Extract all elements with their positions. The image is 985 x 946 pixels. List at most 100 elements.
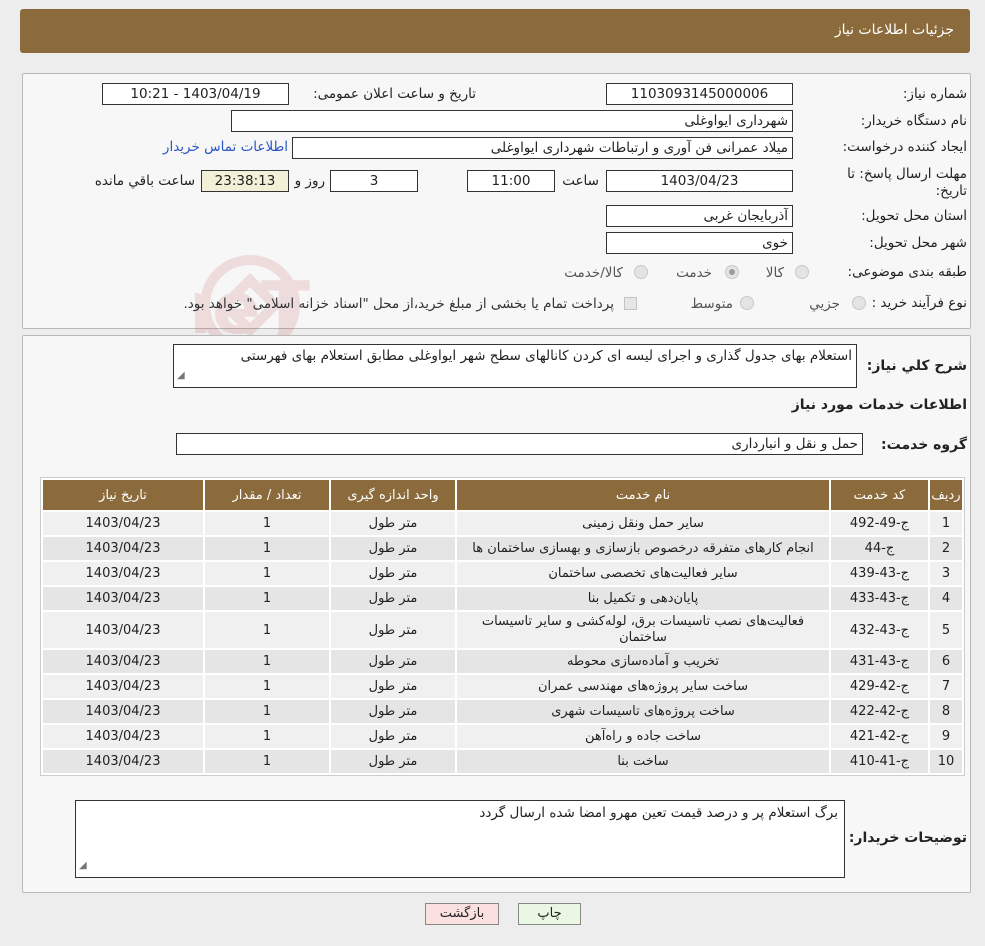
services-table: ردیف کد خدمت نام خدمت واحد اندازه گیری ت… xyxy=(40,477,965,776)
service-code-cell: ج-43-432 xyxy=(831,612,928,648)
table-row: 1 ج-49-492 سایر حمل ونقل زمینی متر طول 1 1403… xyxy=(43,512,962,535)
table-row: 9 ج-42-421 ساخت جاده و راه‌آهن متر طول 1 1403… xyxy=(43,725,962,748)
need-date-cell: 1403/04/23 xyxy=(43,675,203,698)
treasury-payment-checkbox[interactable] xyxy=(624,297,637,310)
days-field: 3 xyxy=(330,170,418,192)
col-row-header: ردیف xyxy=(930,480,962,510)
category-goods-radio[interactable] xyxy=(795,265,809,279)
resize-grip-icon[interactable]: ◢ xyxy=(177,367,185,385)
service-code-cell: ج-43-439 xyxy=(831,562,928,585)
table-row: 2 ج-44 انجام کارهای متفرقه درخصوص بازسازی … xyxy=(43,537,962,560)
page-header: جزئیات اطلاعات نیاز xyxy=(20,9,970,53)
unit-cell: متر طول xyxy=(331,750,455,773)
buyer-notes-label: توضیحات خریدار: xyxy=(848,830,967,846)
process-medium-radio[interactable] xyxy=(740,296,754,310)
table-row: 10 ج-41-410 ساخت بنا متر طول 1 1403/04/23 xyxy=(43,750,962,773)
remaining-time-field: 23:38:13 xyxy=(201,170,289,192)
back-button[interactable]: بازگشت xyxy=(425,903,499,925)
unit-cell: متر طول xyxy=(331,650,455,673)
services-info-title: اطلاعات خدمات مورد نیاز xyxy=(791,397,967,413)
row-number-cell: 5 xyxy=(930,612,962,648)
city-field: خوی xyxy=(606,232,793,254)
table-row: 8 ج-42-422 ساخت پروژه‌های تاسیسات شهری متر … xyxy=(43,700,962,723)
col-code-header: کد خدمت xyxy=(831,480,928,510)
requester-label: ایجاد کننده درخواست: xyxy=(842,139,967,155)
col-qty-header: تعداد / مقدار xyxy=(205,480,329,510)
deadline-time-field: 11:00 xyxy=(467,170,555,192)
service-name-cell: پایان‌دهی و تکمیل بنا xyxy=(457,587,829,610)
need-date-cell: 1403/04/23 xyxy=(43,725,203,748)
service-name-cell: سایر فعالیت‌های تخصصی ساختمان xyxy=(457,562,829,585)
day-and-label: روز و xyxy=(294,173,325,189)
unit-cell: متر طول xyxy=(331,562,455,585)
category-service-radio[interactable] xyxy=(725,265,739,279)
process-medium-label: متوسط xyxy=(690,296,733,312)
unit-cell: متر طول xyxy=(331,725,455,748)
announce-datetime-label: تاریخ و ساعت اعلان عمومی: xyxy=(313,86,476,102)
unit-cell: متر طول xyxy=(331,612,455,648)
buyer-notes-textarea[interactable]: برگ استعلام پر و درصد قیمت تعین مهرو امض… xyxy=(75,800,845,878)
need-date-cell: 1403/04/23 xyxy=(43,537,203,560)
buyer-contact-link[interactable]: اطلاعات تماس خریدار xyxy=(163,139,288,155)
service-group-field: حمل و نقل و انبارداری xyxy=(176,433,863,455)
deadline-date-field: 1403/04/23 xyxy=(606,170,793,192)
row-number-cell: 10 xyxy=(930,750,962,773)
quantity-cell: 1 xyxy=(205,675,329,698)
treasury-payment-note: پرداخت تمام یا بخشی از مبلغ خرید،از محل … xyxy=(183,296,614,312)
process-minor-label: جزیي xyxy=(809,296,840,312)
quantity-cell: 1 xyxy=(205,725,329,748)
row-number-cell: 7 xyxy=(930,675,962,698)
province-field: آذربایجان غربی xyxy=(606,205,793,227)
description-label: شرح کلي نیاز: xyxy=(866,358,967,374)
buyer-org-field: شهرداری ایواوغلی xyxy=(231,110,793,132)
quantity-cell: 1 xyxy=(205,750,329,773)
table-row: 5 ج-43-432 فعالیت‌های نصب تاسیسات برق، لول… xyxy=(43,612,962,648)
table-row: 3 ج-43-439 سایر فعالیت‌های تخصصی ساختمان مت… xyxy=(43,562,962,585)
need-number-label: شماره نیاز: xyxy=(902,86,967,102)
service-code-cell: ج-43-433 xyxy=(831,587,928,610)
service-name-cell: سایر حمل ونقل زمینی xyxy=(457,512,829,535)
announce-datetime-field: 1403/04/19 - 10:21 xyxy=(102,83,289,105)
unit-cell: متر طول xyxy=(331,675,455,698)
category-goods-service-radio[interactable] xyxy=(634,265,648,279)
quantity-cell: 1 xyxy=(205,587,329,610)
need-number-field: 1103093145000006 xyxy=(606,83,793,105)
col-name-header: نام خدمت xyxy=(457,480,829,510)
unit-cell: متر طول xyxy=(331,587,455,610)
service-group-label: گروه خدمت: xyxy=(881,437,967,453)
need-date-cell: 1403/04/23 xyxy=(43,650,203,673)
quantity-cell: 1 xyxy=(205,512,329,535)
service-code-cell: ج-42-429 xyxy=(831,675,928,698)
resize-grip-icon[interactable]: ◢ xyxy=(79,856,87,875)
quantity-cell: 1 xyxy=(205,537,329,560)
description-textarea[interactable]: استعلام بهای جدول گذاری و اجرای لیسه ای … xyxy=(173,344,857,388)
service-name-cell: ساخت جاده و راه‌آهن xyxy=(457,725,829,748)
category-goods-label: کالا xyxy=(765,265,784,281)
service-name-cell: تخریب و آماده‌سازی محوطه xyxy=(457,650,829,673)
table-row: 4 ج-43-433 پایان‌دهی و تکمیل بنا متر طول 1 14… xyxy=(43,587,962,610)
table-row: 6 ج-43-431 تخریب و آماده‌سازی محوطه متر طول… xyxy=(43,650,962,673)
col-date-header: تاریخ نیاز xyxy=(43,480,203,510)
remaining-label: ساعت باقي مانده xyxy=(94,173,195,189)
need-date-cell: 1403/04/23 xyxy=(43,512,203,535)
service-code-cell: ج-42-422 xyxy=(831,700,928,723)
row-number-cell: 2 xyxy=(930,537,962,560)
service-code-cell: ج-49-492 xyxy=(831,512,928,535)
page-title: جزئیات اطلاعات نیاز xyxy=(834,22,954,38)
need-date-cell: 1403/04/23 xyxy=(43,562,203,585)
service-name-cell: فعالیت‌های نصب تاسیسات برق، لوله‌کشی و س… xyxy=(457,612,829,648)
category-label: طبقه بندی موضوعی: xyxy=(847,264,967,280)
print-button[interactable]: چاپ xyxy=(518,903,581,925)
need-date-cell: 1403/04/23 xyxy=(43,750,203,773)
unit-cell: متر طول xyxy=(331,700,455,723)
row-number-cell: 8 xyxy=(930,700,962,723)
row-number-cell: 3 xyxy=(930,562,962,585)
service-name-cell: ساخت پروژه‌های تاسیسات شهری xyxy=(457,700,829,723)
row-number-cell: 6 xyxy=(930,650,962,673)
col-unit-header: واحد اندازه گیری xyxy=(331,480,455,510)
description-text: استعلام بهای جدول گذاری و اجرای لیسه ای … xyxy=(240,348,852,364)
process-minor-radio[interactable] xyxy=(852,296,866,310)
service-code-cell: ج-44 xyxy=(831,537,928,560)
quantity-cell: 1 xyxy=(205,700,329,723)
deadline-hour-label: ساعت xyxy=(562,173,599,189)
